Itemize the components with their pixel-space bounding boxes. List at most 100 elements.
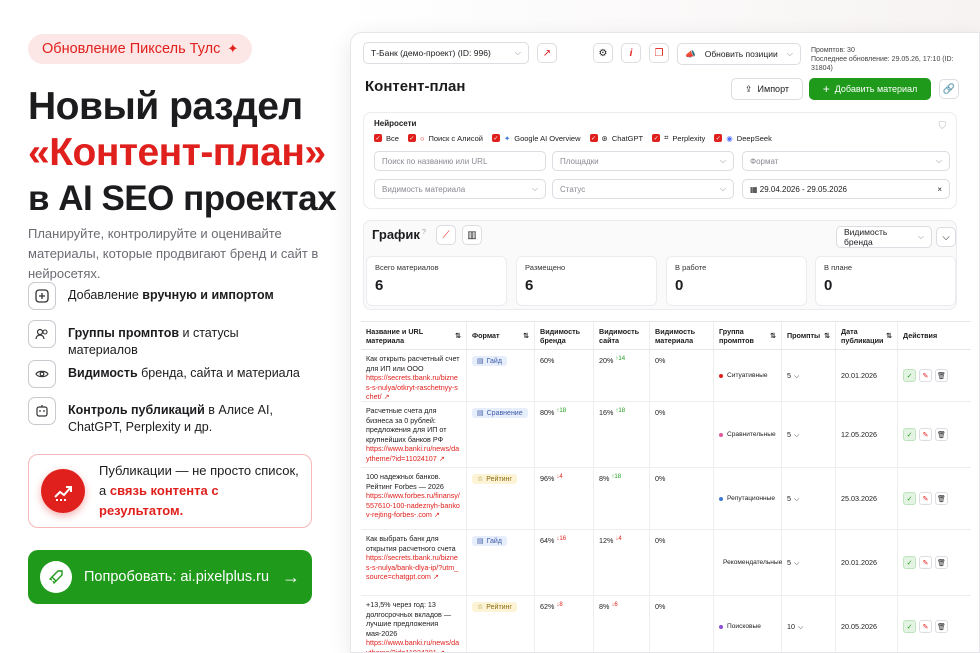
date-range-input[interactable]: ▦ 29.04.2026 - 29.05.2026 × xyxy=(742,179,950,199)
material-url[interactable]: https://www.forbes.ru/finansy/557610-100… xyxy=(366,491,461,520)
prompts-value: 10 xyxy=(787,622,795,631)
try-button[interactable]: Попробовать: ai.pixelplus.ru → xyxy=(28,550,312,604)
external-link-icon[interactable]: ↗ xyxy=(439,454,445,463)
brand-delta-value: 4 xyxy=(559,474,563,480)
col-prompts[interactable]: Промпты ⇅ xyxy=(782,322,836,349)
format-badge[interactable]: ☆ Рейтинг xyxy=(472,474,517,484)
approve-icon[interactable]: ✓ xyxy=(903,620,916,633)
col-name[interactable]: Название и URL материала ⇅ xyxy=(361,322,467,349)
chip-google[interactable]: ✓ ✦ Google AI Overview xyxy=(491,134,581,143)
material-url-text[interactable]: https://www.forbes.ru/finansy/557610-100… xyxy=(366,491,460,519)
edit-icon[interactable]: ✎ xyxy=(919,428,932,441)
stat-label: В работе xyxy=(675,263,707,272)
chevron-down-icon[interactable]: ⌵ xyxy=(787,49,793,59)
cell-prompts[interactable]: 5 ⌵ xyxy=(782,402,836,467)
col-material-visibility[interactable]: Видимость материала xyxy=(650,322,714,349)
col-brand-visibility[interactable]: Видимость бренда xyxy=(535,322,594,349)
format-badge[interactable]: ☆ Рейтинг xyxy=(472,602,517,612)
external-link-icon[interactable]: ↗ xyxy=(433,572,439,581)
filter-clear-icon[interactable]: ⛉ xyxy=(939,121,947,132)
graph-mode-value: Видимость бренда xyxy=(844,227,888,247)
external-link-icon[interactable]: ↗ xyxy=(434,510,440,519)
col-actions: Действия xyxy=(898,322,958,349)
format-badge[interactable]: ▤ Гайд xyxy=(472,536,507,546)
cell-prompts[interactable]: 5 ⌵ xyxy=(782,468,836,529)
material-title: Как выбрать банк для открытия расчетного… xyxy=(366,534,456,553)
table-row: Расчетные счета для бизнеса за 0 рублей:… xyxy=(361,402,971,468)
col-site-visibility[interactable]: Видимость сайта xyxy=(594,322,650,349)
approve-icon[interactable]: ✓ xyxy=(903,428,916,441)
col-prompt-group[interactable]: Группа промптов ⇅ xyxy=(714,322,782,349)
format-badge[interactable]: ▤ Гайд xyxy=(472,356,507,366)
cell-actions: ✓ ✎ 🗑 xyxy=(898,350,958,401)
approve-icon[interactable]: ✓ xyxy=(903,369,916,382)
callout-card: Публикации — не просто список, а связь ко… xyxy=(28,454,312,528)
edit-icon[interactable]: ✎ xyxy=(919,620,932,633)
approve-icon[interactable]: ✓ xyxy=(903,492,916,505)
trash-icon[interactable]: 🗑 xyxy=(935,620,948,633)
material-url-text[interactable]: https://secrets.tbank.ru/biznes-s-nulya/… xyxy=(366,553,458,581)
graph-mode-select[interactable]: Видимость бренда ⌵ xyxy=(836,226,932,248)
format-badge[interactable]: ▤ Сравнение xyxy=(472,408,528,418)
cell-prompts[interactable]: 5 ⌵ xyxy=(782,530,836,595)
visibility-select[interactable]: Видимость материала ⌵ xyxy=(374,179,546,199)
edit-icon[interactable]: ✎ xyxy=(919,492,932,505)
chip-all[interactable]: ✓ Все xyxy=(374,134,399,143)
format-select[interactable]: Формат ⌵ xyxy=(742,151,950,171)
platforms-select[interactable]: Площадки ⌵ xyxy=(552,151,734,171)
col-date[interactable]: Дата публикации ⇅ xyxy=(836,322,898,349)
chip-alice[interactable]: ✓ ○ Поиск с Алисой xyxy=(407,134,483,143)
material-url[interactable]: https://www.banki.ru/news/daytheme/?id=1… xyxy=(366,444,461,463)
trash-icon[interactable]: 🗑 xyxy=(935,428,948,441)
approve-icon[interactable]: ✓ xyxy=(903,556,916,569)
status-select[interactable]: Статус ⌵ xyxy=(552,179,734,199)
material-url-text[interactable]: https://www.banki.ru/news/daytheme/?id=1… xyxy=(366,444,459,463)
add-material-button[interactable]: + Добавить материал xyxy=(809,78,931,100)
material-url-text[interactable]: https://secrets.tbank.ru/biznes-s-nulya/… xyxy=(366,373,458,401)
trash-icon[interactable]: 🗑 xyxy=(935,369,948,382)
material-url[interactable]: https://secrets.tbank.ru/biznes-s-nulya/… xyxy=(366,553,461,582)
trash-icon[interactable]: 🗑 xyxy=(935,492,948,505)
material-value: 0% xyxy=(655,474,666,483)
collapse-icon[interactable]: ⌵ xyxy=(936,227,956,247)
search-input[interactable]: Поиск по названию или URL xyxy=(374,151,546,171)
edit-icon[interactable]: ✎ xyxy=(919,556,932,569)
update-positions-button[interactable]: 📣 Обновить позиции ⌵ xyxy=(677,43,801,65)
feature-bold: вручную и импортом xyxy=(142,288,274,302)
external-link-icon[interactable]: ↗ xyxy=(439,648,445,653)
col-format[interactable]: Формат ⇅ xyxy=(467,322,535,349)
info-icon[interactable]: i xyxy=(621,43,641,63)
bar-chart-icon[interactable]: ▥ xyxy=(462,225,482,245)
brand-delta: ↓4 xyxy=(556,474,563,480)
material-url[interactable]: https://secrets.tbank.ru/biznes-s-nulya/… xyxy=(366,373,461,402)
line-chart-icon[interactable]: ⟋ xyxy=(436,225,456,245)
material-value: 0% xyxy=(655,356,666,365)
stat-value: 0 xyxy=(824,277,833,294)
trash-icon[interactable]: 🗑 xyxy=(935,556,948,569)
chip-chatgpt[interactable]: ✓ ⊛ ChatGPT xyxy=(589,133,644,143)
link-icon[interactable]: 🔗 xyxy=(939,79,959,99)
date-value: 12.05.2026 xyxy=(841,430,877,439)
copy-icon[interactable]: ❐ xyxy=(649,43,669,63)
chip-deepseek[interactable]: ✓ ◉ DeepSeek xyxy=(714,134,772,143)
chip-label: ChatGPT xyxy=(611,133,644,143)
material-url[interactable]: https://www.banki.ru/news/daytheme/?id=1… xyxy=(366,638,461,653)
group-dot-icon xyxy=(719,432,723,437)
cell-prompts[interactable]: 10 ⌵ xyxy=(782,596,836,652)
project-select-value: Т-Банк (демо-проект) (ID: 996) xyxy=(371,48,491,58)
chip-perplexity[interactable]: ✓ ⌗ Perplexity xyxy=(652,133,705,143)
gear-icon[interactable]: ⚙ xyxy=(593,43,613,63)
external-link-icon[interactable]: ↗ xyxy=(537,43,557,63)
external-link-icon[interactable]: ↗ xyxy=(384,392,390,401)
clear-icon[interactable]: × xyxy=(937,185,942,194)
cell-format: ☆ Рейтинг xyxy=(467,596,535,652)
project-select[interactable]: Т-Банк (демо-проект) (ID: 996) ⌵ xyxy=(363,42,529,64)
cell-format: ☆ Рейтинг xyxy=(467,468,535,529)
import-button[interactable]: ⇪ Импорт xyxy=(731,78,803,100)
page-title: Контент-план xyxy=(365,78,466,95)
material-url-text[interactable]: https://www.banki.ru/news/daytheme/?id=1… xyxy=(366,638,459,652)
cell-prompts[interactable]: 5 ⌵ xyxy=(782,350,836,401)
edit-icon[interactable]: ✎ xyxy=(919,369,932,382)
help-icon[interactable]: ? xyxy=(422,229,426,236)
brand-delta-value: 8 xyxy=(559,602,563,608)
